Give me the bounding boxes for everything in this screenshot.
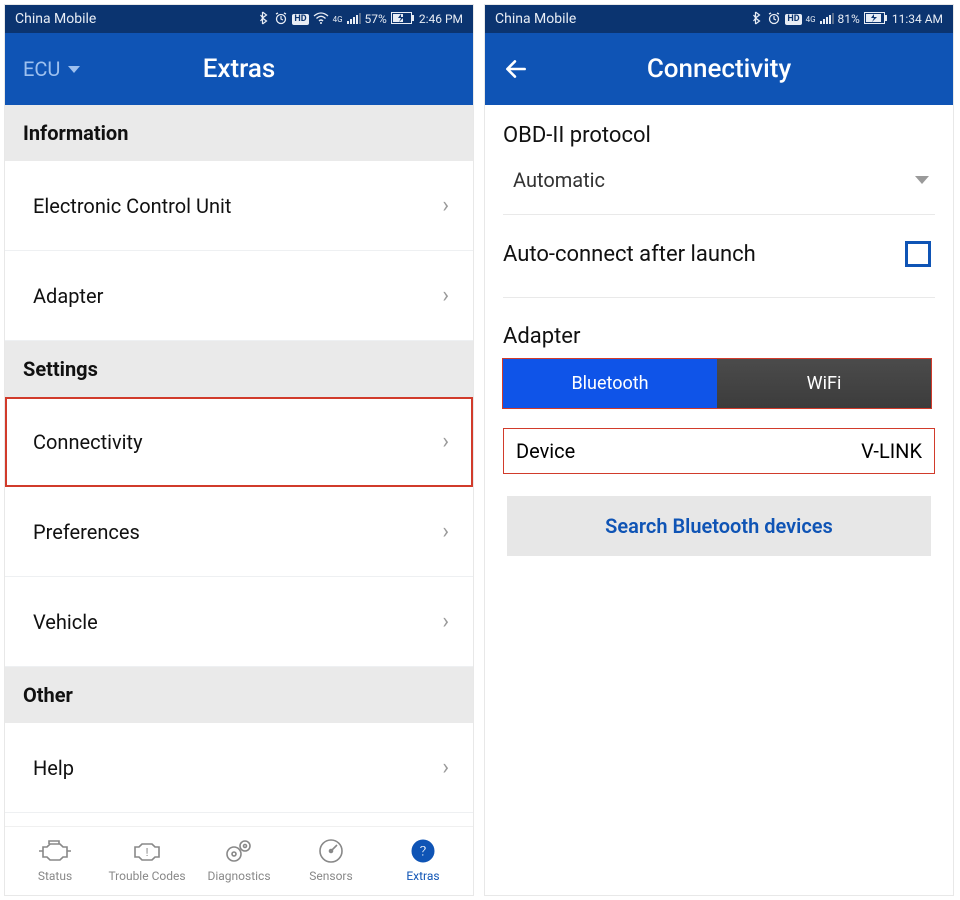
- row-electronic-control-unit[interactable]: Electronic Control Unit ›: [5, 161, 473, 251]
- protocol-label: OBD-II protocol: [503, 123, 935, 148]
- chevron-right-icon: ›: [442, 193, 449, 218]
- segment-bluetooth[interactable]: Bluetooth: [503, 359, 717, 408]
- alarm-icon: [274, 11, 288, 28]
- alarm-icon: [767, 11, 781, 28]
- bluetooth-icon: [259, 11, 270, 28]
- row-label: Adapter: [33, 284, 103, 308]
- gauge-icon: [313, 837, 349, 865]
- phone-extras: China Mobile HD 4G 57% 2:46 PM EC: [4, 4, 474, 896]
- svg-text:!: !: [146, 846, 149, 859]
- wifi-icon: [313, 12, 329, 27]
- engine-icon: [37, 837, 73, 865]
- connectivity-content: OBD-II protocol Automatic Auto-connect a…: [485, 105, 953, 556]
- battery-icon: [864, 12, 888, 27]
- hd-icon: HD: [292, 14, 308, 25]
- battery-percent: 57%: [365, 12, 387, 26]
- nav-label: Diagnostics: [207, 869, 270, 883]
- row-help[interactable]: Help ›: [5, 723, 473, 813]
- app-bar-connectivity: Connectivity: [485, 33, 953, 105]
- chevron-right-icon: ›: [442, 429, 449, 454]
- svg-text:?: ?: [419, 842, 426, 860]
- chevron-right-icon: ›: [442, 519, 449, 544]
- row-label: Vehicle: [33, 610, 98, 634]
- nav-label: Extras: [406, 869, 439, 883]
- section-header-other: Other: [5, 667, 473, 723]
- chevron-right-icon: ›: [442, 283, 449, 308]
- network-type-icon: 4G: [806, 15, 816, 24]
- signal-icon: [347, 12, 361, 27]
- device-value: V-LINK: [861, 439, 922, 463]
- chevron-right-icon: ›: [442, 755, 449, 780]
- bluetooth-icon: [752, 11, 763, 28]
- nav-label: Sensors: [309, 869, 352, 883]
- adapter-segmented: Bluetooth WiFi: [503, 359, 931, 408]
- hd-icon: HD: [785, 14, 801, 25]
- nav-diagnostics[interactable]: Diagnostics: [197, 837, 281, 883]
- section-header-information: Information: [5, 105, 473, 161]
- autoconnect-label: Auto-connect after launch: [503, 242, 756, 267]
- back-button[interactable]: [485, 56, 529, 82]
- carrier-label: China Mobile: [15, 11, 96, 27]
- protocol-value: Automatic: [513, 168, 605, 192]
- status-bar: China Mobile HD 4G 81% 11:34 AM: [485, 5, 953, 33]
- row-label: Help: [33, 756, 74, 780]
- nav-extras[interactable]: ? Extras: [381, 837, 465, 883]
- clock-label: 2:46 PM: [419, 12, 463, 26]
- phone-connectivity: China Mobile HD 4G 81% 11:34 AM Connecti…: [484, 4, 954, 896]
- battery-icon: [391, 12, 415, 27]
- row-label: Preferences: [33, 520, 140, 544]
- clock-label: 11:34 AM: [892, 12, 943, 26]
- row-adapter[interactable]: Adapter ›: [5, 251, 473, 341]
- bottom-nav: Status ! Trouble Codes Diagnostics Senso…: [5, 826, 473, 895]
- carrier-label: China Mobile: [495, 11, 576, 27]
- row-connectivity[interactable]: Connectivity ›: [5, 397, 473, 487]
- ecu-dropdown[interactable]: ECU: [5, 57, 80, 81]
- status-icons: HD 4G 57% 2:46 PM: [259, 11, 463, 28]
- autoconnect-checkbox[interactable]: [905, 241, 931, 267]
- row-preferences[interactable]: Preferences ›: [5, 487, 473, 577]
- row-label: Connectivity: [33, 430, 143, 454]
- nav-sensors[interactable]: Sensors: [289, 837, 373, 883]
- section-header-settings: Settings: [5, 341, 473, 397]
- signal-icon: [820, 12, 834, 27]
- autoconnect-row[interactable]: Auto-connect after launch: [503, 241, 935, 298]
- status-icons: HD 4G 81% 11:34 AM: [752, 11, 943, 28]
- question-circle-icon: ?: [405, 837, 441, 865]
- device-row[interactable]: Device V-LINK: [503, 428, 935, 474]
- ecu-dropdown-label: ECU: [23, 57, 60, 81]
- status-bar: China Mobile HD 4G 57% 2:46 PM: [5, 5, 473, 33]
- gears-icon: [221, 837, 257, 865]
- device-label: Device: [516, 439, 575, 463]
- chevron-down-icon: [68, 66, 80, 73]
- battery-percent: 81%: [838, 12, 860, 26]
- row-vehicle[interactable]: Vehicle ›: [5, 577, 473, 667]
- segment-wifi[interactable]: WiFi: [717, 359, 931, 408]
- chevron-right-icon: ›: [442, 609, 449, 634]
- protocol-select[interactable]: Automatic: [503, 158, 935, 215]
- nav-status[interactable]: Status: [13, 837, 97, 883]
- nav-label: Status: [38, 869, 72, 883]
- nav-trouble-codes[interactable]: ! Trouble Codes: [105, 837, 189, 883]
- row-label: Electronic Control Unit: [33, 194, 231, 218]
- app-bar-extras: ECU Extras: [5, 33, 473, 105]
- engine-warning-icon: !: [129, 837, 165, 865]
- chevron-down-icon: [915, 176, 929, 184]
- nav-label: Trouble Codes: [108, 869, 185, 883]
- search-bluetooth-button[interactable]: Search Bluetooth devices: [507, 496, 931, 556]
- page-title: Connectivity: [485, 54, 953, 84]
- adapter-label: Adapter: [503, 324, 935, 349]
- arrow-left-icon: [503, 56, 529, 82]
- network-type-icon: 4G: [333, 15, 343, 24]
